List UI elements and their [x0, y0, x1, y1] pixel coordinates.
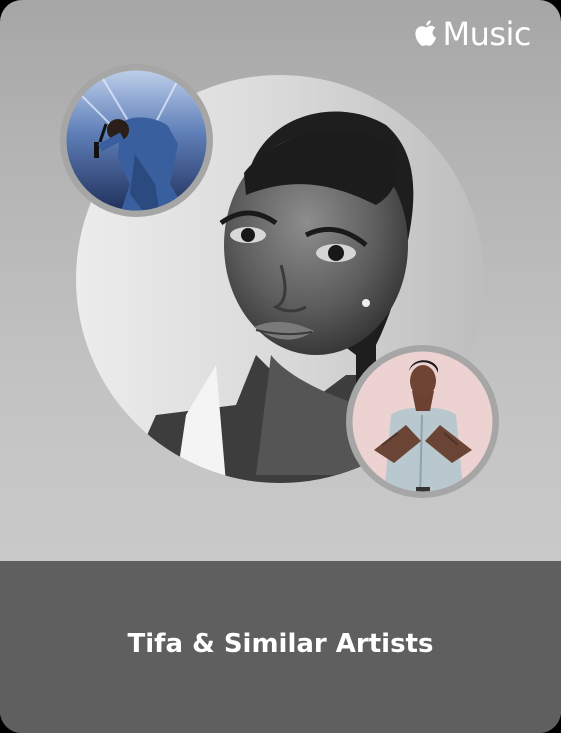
station-title: Tifa & Similar Artists: [127, 629, 434, 659]
apple-music-logo: Music: [413, 18, 531, 50]
apple-logo-icon: [415, 20, 437, 46]
similar-artist-photo-2[interactable]: [346, 345, 499, 498]
brand-name: Music: [442, 15, 531, 53]
similar-artist-photo-1[interactable]: [60, 64, 213, 217]
station-card[interactable]: Music Tifa & Similar Artists: [0, 0, 561, 733]
